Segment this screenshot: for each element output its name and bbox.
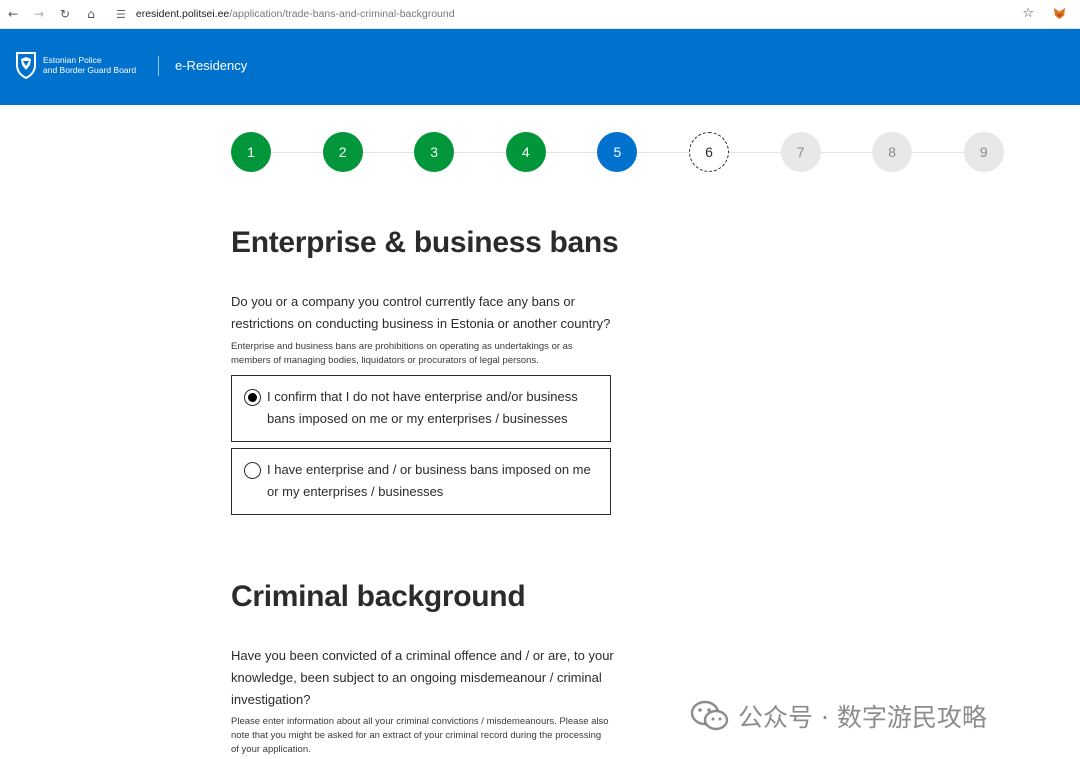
- browser-toolbar: ← → ↻ ⌂ ☰ eresident.politsei.ee/applicat…: [0, 0, 1080, 29]
- criminal-hint: Please enter information about all your …: [231, 716, 609, 755]
- step-4[interactable]: 4: [505, 132, 546, 172]
- bans-option-label: I confirm that I do not have enterprise …: [267, 389, 578, 426]
- step-7: 7: [780, 132, 821, 172]
- brand-title[interactable]: e-Residency: [175, 58, 247, 73]
- step-5: 5: [597, 132, 638, 172]
- org-name-line1: Estonian Police: [43, 55, 102, 65]
- step-8: 8: [872, 132, 913, 172]
- radio-button-icon[interactable]: [244, 389, 261, 406]
- criminal-question: Have you been convicted of a criminal of…: [231, 648, 614, 707]
- progress-stepper: 1 2 3 4 5 6 7 8 9: [231, 132, 1004, 172]
- bans-hint: Enterprise and business bans are prohibi…: [231, 341, 573, 366]
- step-1[interactable]: 1: [231, 132, 271, 172]
- org-name[interactable]: Estonian Police and Border Guard Board: [43, 55, 136, 75]
- header-divider: [158, 56, 159, 76]
- step-3[interactable]: 3: [414, 132, 455, 172]
- step-2[interactable]: 2: [322, 132, 363, 172]
- wechat-watermark: 公众号 · 数字游民攻略: [690, 698, 987, 734]
- url-path: /application/trade-bans-and-criminal-bac…: [229, 8, 455, 20]
- wechat-logo-icon: [690, 700, 729, 731]
- back-arrow-icon[interactable]: ←: [6, 7, 20, 21]
- bans-option-no-bans[interactable]: I confirm that I do not have enterprise …: [231, 375, 611, 442]
- home-icon[interactable]: ⌂: [84, 7, 98, 21]
- address-bar[interactable]: eresident.politsei.ee/application/trade-…: [136, 8, 455, 20]
- site-settings-icon[interactable]: ☰: [116, 8, 126, 21]
- criminal-title: Criminal background: [231, 580, 526, 613]
- org-name-line2: and Border Guard Board: [43, 65, 137, 75]
- watermark-text: 公众号 · 数字游民攻略: [738, 703, 987, 732]
- police-shield-logo-icon[interactable]: [15, 51, 37, 79]
- forward-arrow-icon[interactable]: →: [32, 7, 46, 21]
- reload-icon[interactable]: ↻: [58, 7, 72, 21]
- bans-option-label: I have enterprise and / or business bans…: [267, 462, 591, 499]
- radio-button-icon[interactable]: [244, 462, 261, 479]
- bans-question: Do you or a company you control currentl…: [231, 294, 611, 331]
- bookmark-star-icon[interactable]: ☆: [1022, 6, 1034, 21]
- bans-option-has-bans[interactable]: I have enterprise and / or business bans…: [231, 448, 611, 515]
- site-header: Estonian Police and Border Guard Board e…: [0, 29, 1080, 105]
- url-host: eresident.politsei.ee: [135, 8, 230, 20]
- bans-title: Enterprise & business bans: [231, 226, 619, 259]
- step-6: 6: [689, 132, 729, 172]
- step-9: 9: [963, 132, 1004, 172]
- extension-fox-icon[interactable]: [1053, 7, 1066, 20]
